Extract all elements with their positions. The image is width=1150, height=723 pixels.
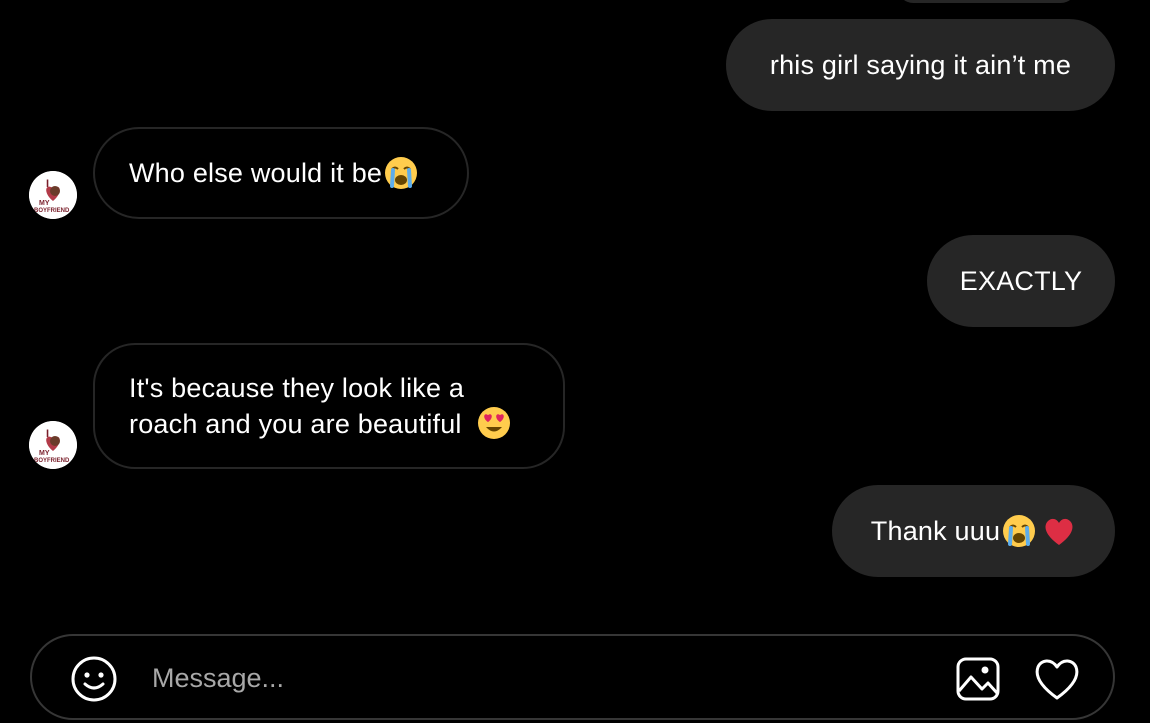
message-text: Who else would it be [129, 158, 383, 188]
outgoing-message-bubble[interactable]: Thank uuu [832, 485, 1115, 577]
image-gallery-icon[interactable] [954, 655, 1002, 703]
message-text: It's because they look like a roach and … [129, 370, 511, 443]
svg-text:MY: MY [39, 200, 50, 207]
message-text: rhis girl saying it ain’t me [769, 50, 1072, 80]
message-text: Thank uuu [870, 516, 1001, 546]
svg-text:BOYFRIEND: BOYFRIEND [34, 208, 70, 214]
outgoing-message-bubble[interactable]: EXACTLY [927, 235, 1115, 327]
loudly-crying-face-icon [384, 156, 418, 190]
svg-text:MY: MY [39, 450, 50, 457]
outgoing-message-bubble[interactable]: rhis girl saying it ain’t me [726, 19, 1115, 111]
red-heart-icon [1042, 514, 1076, 548]
message-line: It's because they look like a [129, 372, 465, 403]
heart-eyes-face-icon [477, 406, 511, 440]
avatar[interactable]: I MY BOYFRIEND [29, 171, 77, 219]
svg-text:BOYFRIEND: BOYFRIEND [34, 458, 70, 464]
incoming-message-bubble[interactable]: It's because they look like a roach and … [93, 343, 565, 469]
avatar[interactable]: I MY BOYFRIEND [29, 421, 77, 469]
message-input[interactable] [152, 658, 912, 698]
message-text: EXACTLY [959, 266, 1083, 296]
previous-message-bubble-edge [897, 0, 1077, 3]
incoming-message-bubble[interactable]: Who else would it be [93, 127, 469, 219]
message-composer [30, 634, 1115, 720]
message-line: roach and you are beautiful [129, 406, 511, 443]
smiley-face-icon[interactable] [70, 655, 118, 703]
loudly-crying-face-icon [1002, 514, 1036, 548]
heart-outline-icon[interactable] [1032, 655, 1082, 703]
